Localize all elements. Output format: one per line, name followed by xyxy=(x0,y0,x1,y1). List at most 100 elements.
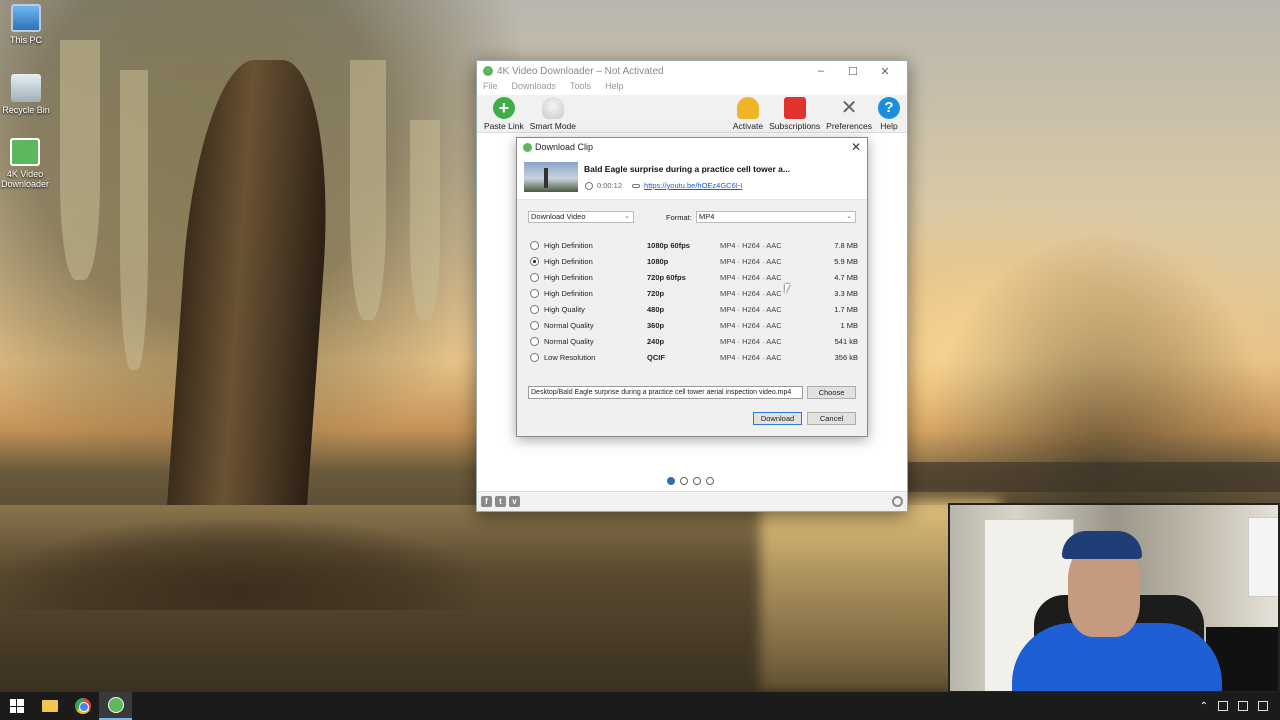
quality-list: High Definition 1080p 60fps MP4 · H264 ·… xyxy=(530,238,860,366)
quality-size: 5.9 MB xyxy=(834,257,858,266)
radio-button[interactable] xyxy=(530,305,539,314)
preferences-button[interactable]: ✕ Preferences xyxy=(823,97,875,131)
format-label: Format: xyxy=(666,213,692,222)
desktop-icon-recycle-bin[interactable]: Recycle Bin xyxy=(0,74,56,115)
desktop-icon-4k-video-downloader[interactable]: 4K Video Downloader xyxy=(0,138,55,189)
pager-dot[interactable] xyxy=(680,477,688,485)
paste-link-button[interactable]: + Paste Link xyxy=(481,97,527,131)
radio-button[interactable] xyxy=(530,353,539,362)
spanish-moss xyxy=(120,70,148,370)
pager-dot[interactable] xyxy=(693,477,701,485)
app-title: 4K Video Downloader – Not Activated xyxy=(497,65,664,77)
spanish-moss xyxy=(350,60,386,320)
taskbar-4k-video-downloader[interactable] xyxy=(99,692,132,720)
close-button[interactable]: ✕ xyxy=(869,65,901,78)
radio-button[interactable] xyxy=(530,273,539,282)
chevron-down-icon: ⌄ xyxy=(846,213,852,220)
desktop-icon-this-pc[interactable]: This PC xyxy=(0,4,56,45)
quality-codec: MP4 · H264 · AAC xyxy=(720,353,782,362)
activate-button[interactable]: Activate xyxy=(730,97,766,131)
taskbar-file-explorer[interactable] xyxy=(33,692,66,720)
quality-name: Normal Quality xyxy=(544,321,594,330)
download-type-select[interactable]: Download Video ⌄ xyxy=(528,211,634,223)
quality-size: 1.7 MB xyxy=(834,305,858,314)
key-icon xyxy=(737,97,759,119)
quality-option[interactable]: High Definition 1080p MP4 · H264 · AAC 5… xyxy=(530,254,860,270)
taskbar: ⌃ xyxy=(0,692,1280,720)
lightbulb-icon xyxy=(541,97,564,119)
quality-name: High Quality xyxy=(544,305,585,314)
quality-option[interactable]: High Definition 1080p 60fps MP4 · H264 ·… xyxy=(530,238,860,254)
quality-name: High Definition xyxy=(544,289,593,298)
quality-option[interactable]: High Definition 720p 60fps MP4 · H264 · … xyxy=(530,270,860,286)
quality-size: 356 kB xyxy=(834,353,858,362)
quality-size: 1 MB xyxy=(840,321,858,330)
folder-icon xyxy=(41,700,58,712)
maximize-button[interactable]: ☐ xyxy=(837,65,869,78)
cypress-roots xyxy=(0,520,480,610)
video-thumbnail xyxy=(524,162,578,192)
radio-button[interactable] xyxy=(530,337,539,346)
quality-size: 3.3 MB xyxy=(834,289,858,298)
taskbar-chrome[interactable] xyxy=(66,692,99,720)
choose-button[interactable]: Choose xyxy=(807,386,856,399)
presenter-cap xyxy=(1062,531,1142,559)
pager-dot[interactable] xyxy=(667,477,675,485)
vimeo-icon[interactable]: v xyxy=(509,496,520,507)
quality-option[interactable]: High Definition 720p MP4 · H264 · AAC 3.… xyxy=(530,286,860,302)
start-button[interactable] xyxy=(0,692,33,720)
windows-logo-icon xyxy=(9,699,24,713)
recycle-bin-icon xyxy=(11,74,41,102)
facebook-icon[interactable]: f xyxy=(481,496,492,507)
globe-icon[interactable] xyxy=(892,496,903,507)
format-value: MP4 xyxy=(699,212,715,221)
format-select[interactable]: MP4 ⌄ xyxy=(696,211,856,223)
whiteboard xyxy=(1248,517,1278,597)
radio-button[interactable] xyxy=(530,257,539,266)
pager-dot[interactable] xyxy=(706,477,714,485)
quality-option[interactable]: Normal Quality 240p MP4 · H264 · AAC 541… xyxy=(530,334,860,350)
app-titlebar[interactable]: 4K Video Downloader – Not Activated – ☐ … xyxy=(477,61,907,81)
webcam-overlay xyxy=(948,503,1280,693)
quality-resolution: QCIF xyxy=(647,353,665,362)
radio-button[interactable] xyxy=(530,241,539,250)
download-button[interactable]: Download xyxy=(753,412,802,425)
download-clip-dialog: Download Clip ✕ Bald Eagle surprise duri… xyxy=(516,137,868,437)
menu-help[interactable]: Help xyxy=(605,81,624,95)
quality-option[interactable]: High Quality 480p MP4 · H264 · AAC 1.7 M… xyxy=(530,302,860,318)
4k-video-downloader-icon xyxy=(10,138,40,166)
menu-file[interactable]: File xyxy=(483,81,498,95)
menu-tools[interactable]: Tools xyxy=(570,81,591,95)
quality-size: 541 kB xyxy=(834,337,858,346)
cancel-button[interactable]: Cancel xyxy=(807,412,856,425)
smart-mode-button[interactable]: Smart Mode xyxy=(527,97,579,131)
radio-button[interactable] xyxy=(530,289,539,298)
help-button[interactable]: ? Help xyxy=(875,97,903,131)
subscriptions-button[interactable]: Subscriptions xyxy=(766,97,823,131)
volume-icon[interactable] xyxy=(1238,701,1248,711)
desktop-icon-label: Recycle Bin xyxy=(2,105,50,115)
radio-button[interactable] xyxy=(530,321,539,330)
network-icon[interactable] xyxy=(1218,701,1228,711)
quality-codec: MP4 · H264 · AAC xyxy=(720,337,782,346)
chevron-up-icon[interactable]: ⌃ xyxy=(1200,701,1208,712)
system-tray: ⌃ xyxy=(1200,701,1280,712)
dialog-close-icon[interactable]: ✕ xyxy=(851,140,861,154)
twitter-icon[interactable]: t xyxy=(495,496,506,507)
quality-option[interactable]: Normal Quality 360p MP4 · H264 · AAC 1 M… xyxy=(530,318,860,334)
menu-downloads[interactable]: Downloads xyxy=(512,81,557,95)
smart-mode-label: Smart Mode xyxy=(529,121,576,131)
clock-icon xyxy=(585,181,593,190)
menu-bar: File Downloads Tools Help xyxy=(477,81,907,95)
quality-name: High Definition xyxy=(544,241,593,250)
save-path-field[interactable]: Desktop/Bald Eagle surprise during a pra… xyxy=(528,386,803,399)
quality-option[interactable]: Low Resolution QCIF MP4 · H264 · AAC 356… xyxy=(530,350,860,366)
minimize-button[interactable]: – xyxy=(805,65,837,77)
quality-resolution: 480p xyxy=(647,305,665,314)
spanish-moss xyxy=(410,120,440,320)
preferences-label: Preferences xyxy=(826,121,872,131)
quality-name: High Definition xyxy=(544,257,593,266)
dialog-titlebar[interactable]: Download Clip ✕ xyxy=(517,138,867,156)
clip-url-link[interactable]: https://youtu.be/hOEz4GC6I-I xyxy=(644,181,742,190)
action-center-icon[interactable] xyxy=(1258,701,1268,711)
